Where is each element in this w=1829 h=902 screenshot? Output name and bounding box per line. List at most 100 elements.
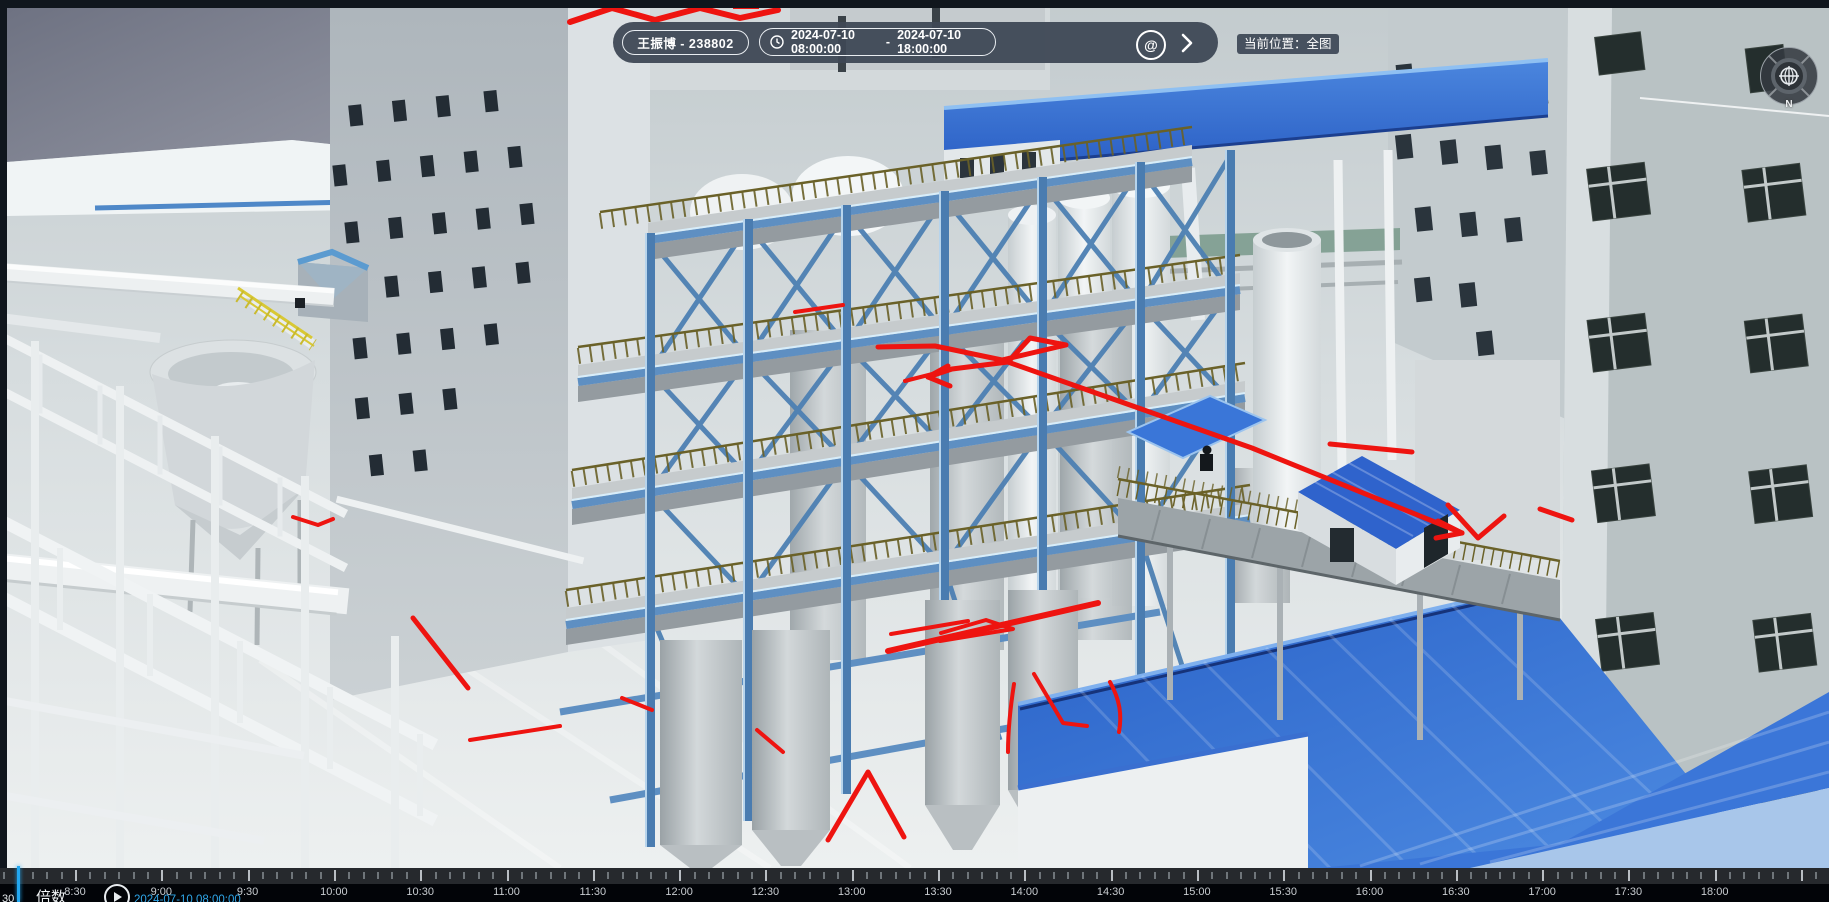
minor-tick: [636, 872, 638, 879]
minor-tick: [1226, 872, 1228, 879]
minor-tick: [1010, 872, 1012, 879]
minor-tick: [1154, 872, 1156, 879]
minor-tick: [1700, 872, 1702, 879]
major-tick: [1283, 870, 1285, 881]
minor-tick: [320, 872, 322, 879]
minor-tick: [291, 872, 293, 879]
minor-tick: [204, 872, 206, 879]
minor-tick: [1139, 872, 1141, 879]
minor-tick: [1398, 872, 1400, 879]
scene-3d[interactable]: [0, 0, 1829, 868]
timeline-ticks[interactable]: [0, 868, 1829, 884]
minor-tick: [880, 872, 882, 879]
minor-tick: [1585, 872, 1587, 879]
minor-tick: [176, 872, 178, 879]
major-tick: [248, 870, 250, 881]
minor-tick: [1571, 872, 1573, 879]
major-tick: [420, 870, 422, 881]
minor-tick: [1729, 872, 1731, 879]
minor-tick: [1168, 872, 1170, 879]
chevron-right-icon: [1180, 33, 1194, 53]
minor-tick: [1254, 872, 1256, 879]
minor-tick: [1787, 872, 1789, 879]
timeline-label: 14:30: [1081, 886, 1141, 898]
at-icon: @: [1144, 37, 1158, 53]
minor-tick: [823, 872, 825, 879]
minor-tick: [996, 872, 998, 879]
minor-tick: [909, 872, 911, 879]
major-tick: [1542, 870, 1544, 881]
major-tick: [507, 870, 509, 881]
minor-tick: [1672, 872, 1674, 879]
major-tick: [1197, 870, 1199, 881]
minor-tick: [1096, 872, 1098, 879]
timeline-label: 17:30: [1598, 886, 1658, 898]
minor-tick: [1772, 872, 1774, 879]
minor-tick: [967, 872, 969, 879]
timeline-label: 11:00: [477, 886, 537, 898]
time-separator: -: [886, 35, 890, 49]
minor-tick: [46, 872, 48, 879]
timeline-label: 11:30: [563, 886, 623, 898]
minor-tick: [1269, 872, 1271, 879]
minor-tick: [219, 872, 221, 879]
timeline-label: 16:00: [1340, 886, 1400, 898]
location-badge-label: 当前位置：全图: [1244, 37, 1332, 51]
minor-tick: [622, 872, 624, 879]
major-tick: [852, 870, 854, 881]
toolbar: 王振博 - 238802 2024-07-10 08:00:00 - 2024-…: [613, 22, 1218, 63]
minor-tick: [794, 872, 796, 879]
timeline-label: 12:00: [649, 886, 709, 898]
minor-tick: [449, 872, 451, 879]
minor-tick: [1657, 872, 1659, 879]
locate-button[interactable]: @: [1136, 30, 1166, 60]
minor-tick: [564, 872, 566, 879]
play-icon: [114, 892, 122, 902]
minor-tick: [391, 872, 393, 879]
minor-tick: [1039, 872, 1041, 879]
minor-tick: [118, 872, 120, 879]
minor-tick: [535, 872, 537, 879]
minor-tick: [1082, 872, 1084, 879]
minor-tick: [1125, 872, 1127, 879]
minor-tick: [363, 872, 365, 879]
compass-widget[interactable]: N: [1760, 47, 1818, 105]
minor-tick: [1686, 872, 1688, 879]
minor-tick: [104, 872, 106, 879]
minor-tick: [492, 872, 494, 879]
next-button[interactable]: [1173, 29, 1201, 57]
minor-tick: [133, 872, 135, 879]
timeline-label: 13:30: [908, 886, 968, 898]
minor-tick: [1499, 872, 1501, 879]
app-window: 王振博 - 238802 2024-07-10 08:00:00 - 2024-…: [0, 0, 1829, 902]
minor-tick: [1183, 872, 1185, 879]
minor-tick: [32, 872, 34, 879]
minor-tick: [1557, 872, 1559, 879]
major-tick: [1370, 870, 1372, 881]
minor-tick: [233, 872, 235, 879]
speed-value[interactable]: 30: [2, 893, 14, 902]
major-tick: [1111, 870, 1113, 881]
minor-tick: [1528, 872, 1530, 879]
major-tick: [1024, 870, 1026, 881]
minor-tick: [61, 872, 63, 879]
minor-tick: [837, 872, 839, 879]
minor-tick: [708, 872, 710, 879]
frame-left-strip: [0, 0, 7, 868]
minor-tick: [981, 872, 983, 879]
minor-tick: [1384, 872, 1386, 879]
minor-tick: [1614, 872, 1616, 879]
person-pill[interactable]: 王振博 - 238802: [622, 30, 749, 55]
major-tick: [1456, 870, 1458, 881]
timeline-label: 16:30: [1426, 886, 1486, 898]
minor-tick: [1427, 872, 1429, 879]
timeline-label: 10:30: [390, 886, 450, 898]
minor-tick: [1211, 872, 1213, 879]
time-range-pill[interactable]: 2024-07-10 08:00:00 - 2024-07-10 18:00:0…: [759, 28, 996, 56]
minor-tick: [1413, 872, 1415, 879]
timeline-label: 13:00: [822, 886, 882, 898]
major-tick: [593, 870, 595, 881]
timeline-playhead[interactable]: [17, 866, 20, 902]
minor-tick: [3, 872, 5, 879]
minor-tick: [722, 872, 724, 879]
